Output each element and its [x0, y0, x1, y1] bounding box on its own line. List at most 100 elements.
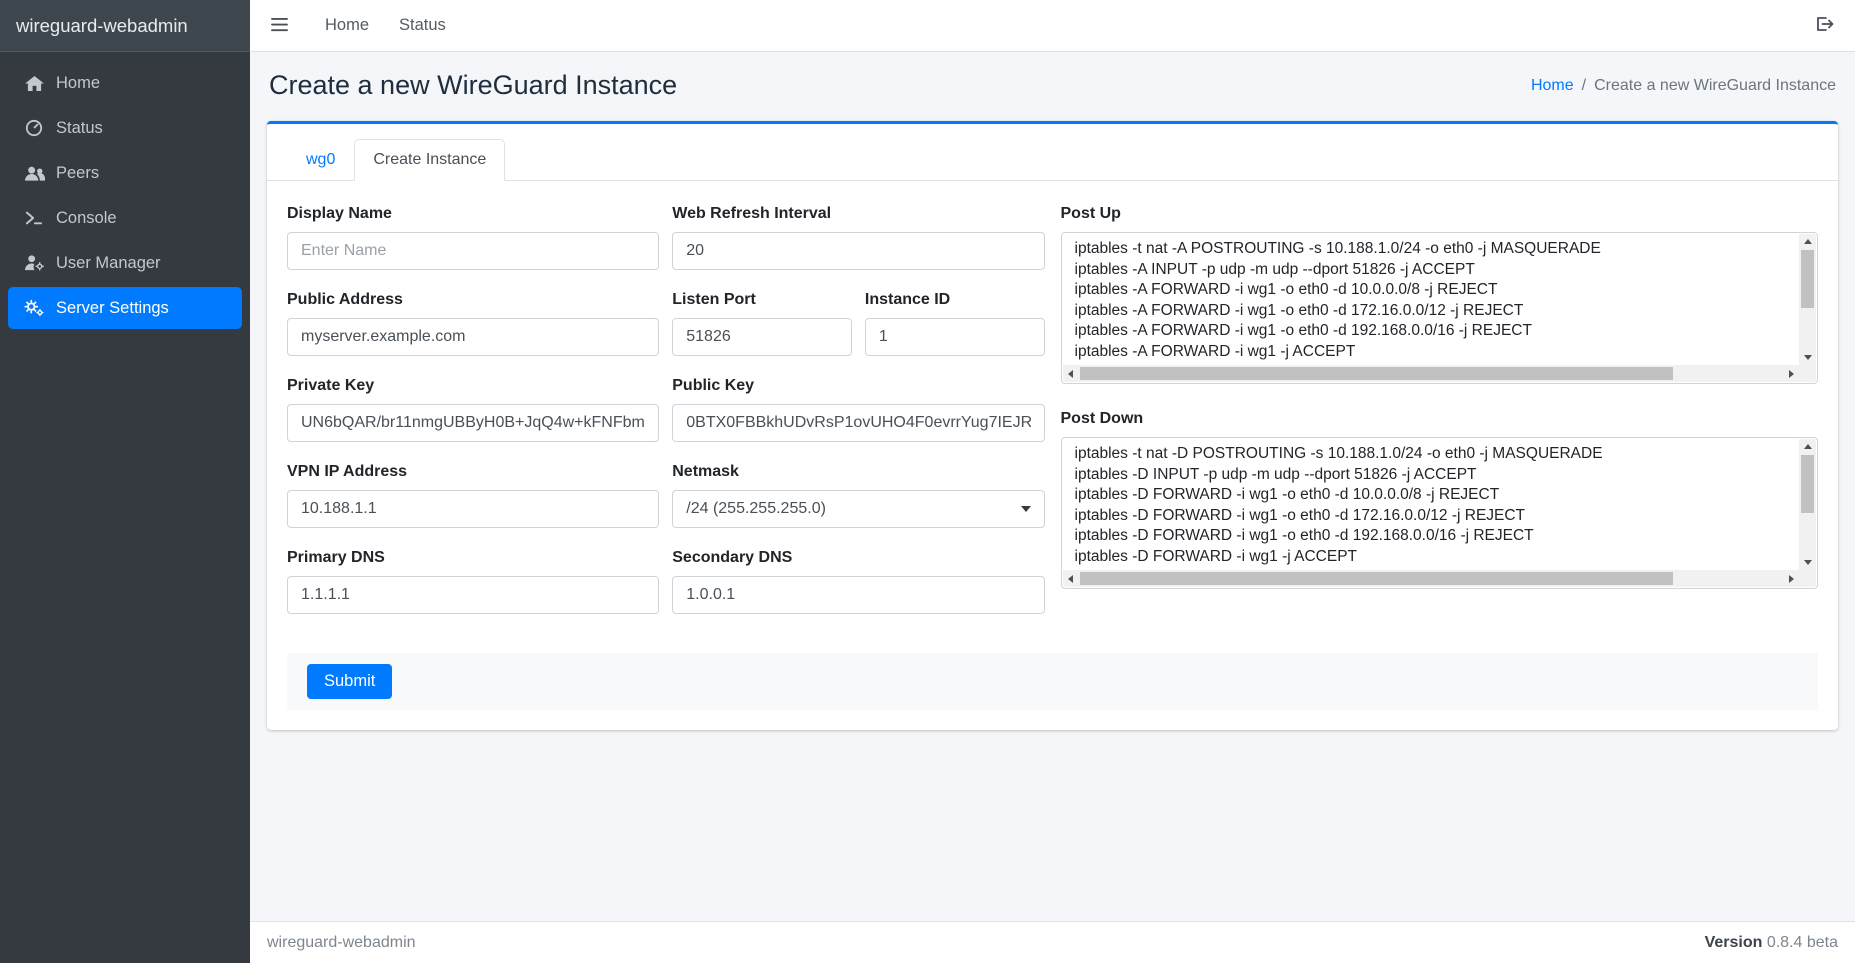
post-up-textarea[interactable]: iptables -t nat -A POSTROUTING -s 10.188… [1061, 232, 1819, 384]
sidebar-item-home[interactable]: Home [8, 62, 242, 104]
netmask-label: Netmask [672, 463, 1044, 481]
horizontal-scrollbar[interactable] [1063, 365, 1800, 382]
display-name-input[interactable] [287, 232, 659, 270]
footer-version-value: 0.8.4 beta [1767, 934, 1838, 951]
breadcrumb-current: Create a new WireGuard Instance [1594, 77, 1836, 95]
public-key-input[interactable] [672, 404, 1044, 442]
scroll-down-button[interactable] [1800, 555, 1815, 570]
scrollbar-thumb[interactable] [1801, 250, 1814, 308]
sidebar-item-console[interactable]: Console [8, 197, 242, 239]
submit-button[interactable]: Submit [307, 664, 392, 699]
sidebar-item-status[interactable]: Status [8, 107, 242, 149]
sidebar-item-label: Status [56, 119, 103, 138]
vertical-scrollbar[interactable] [1799, 234, 1816, 365]
instance-id-label: Instance ID [865, 291, 1045, 309]
post-up-label: Post Up [1061, 205, 1819, 223]
instance-id-input[interactable] [865, 318, 1045, 356]
public-key-field: Public Key [672, 377, 1044, 442]
brand-text: wireguard-webadmin [16, 15, 188, 37]
vpn-ip-input[interactable] [287, 490, 659, 528]
arrow-left-icon [1068, 575, 1073, 583]
sidebar-item-label: User Manager [56, 254, 161, 273]
scroll-up-button[interactable] [1800, 234, 1815, 249]
netmask-select[interactable]: /24 (255.255.255.0) [672, 490, 1044, 528]
sidebar-nav: Home Status Peers Console [0, 52, 250, 339]
scroll-down-button[interactable] [1800, 350, 1815, 365]
navbar-link-home[interactable]: Home [310, 16, 384, 35]
arrow-left-icon [1068, 370, 1073, 378]
instance-form: Display Name Web Refresh Interval [267, 181, 1838, 710]
main-area: Home Status Create a new WireGuard Insta… [250, 0, 1855, 963]
vertical-scrollbar[interactable] [1799, 439, 1816, 570]
scrollbar-thumb[interactable] [1801, 455, 1814, 513]
private-key-label: Private Key [287, 377, 659, 395]
breadcrumb-home-link[interactable]: Home [1531, 77, 1574, 95]
vpn-ip-label: VPN IP Address [287, 463, 659, 481]
scrollbar-corner [1799, 570, 1816, 587]
listen-port-field: Listen Port [672, 291, 852, 356]
scrollbar-track[interactable] [1799, 454, 1816, 555]
instance-tabs: wg0 Create Instance [267, 124, 1838, 181]
footer-version: Version 0.8.4 beta [1705, 934, 1838, 952]
brand[interactable]: wireguard-webadmin [0, 0, 250, 52]
vpn-ip-field: VPN IP Address [287, 463, 659, 528]
app-wrapper: wireguard-webadmin Home Status Peers [0, 0, 1855, 963]
peers-icon [20, 165, 48, 182]
horizontal-scrollbar[interactable] [1063, 570, 1800, 587]
scrollbar-thumb[interactable] [1080, 572, 1673, 585]
footer-app-name: wireguard-webadmin [267, 934, 416, 952]
secondary-dns-input[interactable] [672, 576, 1044, 614]
scroll-left-button[interactable] [1063, 571, 1078, 586]
sidebar-item-peers[interactable]: Peers [8, 152, 242, 194]
web-refresh-interval-label: Web Refresh Interval [672, 205, 1044, 223]
secondary-dns-label: Secondary DNS [672, 549, 1044, 567]
sidebar-item-label: Console [56, 209, 117, 228]
post-down-content: iptables -t nat -D POSTROUTING -s 10.188… [1075, 444, 1794, 568]
scroll-up-button[interactable] [1800, 439, 1815, 454]
tab-wg0[interactable]: wg0 [287, 139, 354, 181]
primary-dns-field: Primary DNS [287, 549, 659, 614]
web-refresh-interval-field: Web Refresh Interval [672, 205, 1044, 270]
secondary-dns-field: Secondary DNS [672, 549, 1044, 614]
status-icon [20, 119, 48, 137]
scroll-right-button[interactable] [1784, 366, 1799, 381]
arrow-right-icon [1789, 575, 1794, 583]
form-left-column: Display Name Web Refresh Interval [287, 205, 1045, 635]
home-icon [20, 75, 48, 92]
public-key-label: Public Key [672, 377, 1044, 395]
sidebar-item-server-settings[interactable]: Server Settings [8, 287, 242, 329]
sidebar-toggle-button[interactable] [269, 11, 298, 41]
web-refresh-interval-input[interactable] [672, 232, 1044, 270]
top-navbar: Home Status [250, 0, 1855, 52]
sidebar-item-user-manager[interactable]: User Manager [8, 242, 242, 284]
page-footer: wireguard-webadmin Version 0.8.4 beta [250, 921, 1855, 963]
public-address-field: Public Address [287, 291, 659, 356]
arrow-down-icon [1804, 560, 1812, 565]
listen-port-input[interactable] [672, 318, 852, 356]
logout-icon [1814, 15, 1834, 36]
post-up-content: iptables -t nat -A POSTROUTING -s 10.188… [1075, 239, 1794, 363]
arrow-up-icon [1804, 239, 1812, 244]
navbar-link-status[interactable]: Status [384, 16, 461, 35]
scroll-left-button[interactable] [1063, 366, 1078, 381]
scrollbar-track[interactable] [1799, 249, 1816, 350]
logout-button[interactable] [1804, 9, 1836, 42]
hamburger-icon [271, 17, 288, 35]
instance-card: wg0 Create Instance Display Name [267, 121, 1838, 730]
content-area: Create a new WireGuard Instance Home / C… [250, 52, 1855, 921]
scrollbar-corner [1799, 365, 1816, 382]
tab-create-instance[interactable]: Create Instance [354, 139, 505, 181]
scrollbar-thumb[interactable] [1080, 367, 1673, 380]
public-address-label: Public Address [287, 291, 659, 309]
primary-dns-input[interactable] [287, 576, 659, 614]
post-up-field: Post Up iptables -t nat -A POSTROUTING -… [1061, 205, 1819, 384]
private-key-input[interactable] [287, 404, 659, 442]
scrollbar-track[interactable] [1078, 365, 1785, 382]
page-title: Create a new WireGuard Instance [269, 70, 677, 101]
chevron-down-icon [1021, 506, 1031, 512]
sidebar-item-label: Server Settings [56, 299, 169, 318]
public-address-input[interactable] [287, 318, 659, 356]
scroll-right-button[interactable] [1784, 571, 1799, 586]
post-down-textarea[interactable]: iptables -t nat -D POSTROUTING -s 10.188… [1061, 437, 1819, 589]
scrollbar-track[interactable] [1078, 570, 1785, 587]
